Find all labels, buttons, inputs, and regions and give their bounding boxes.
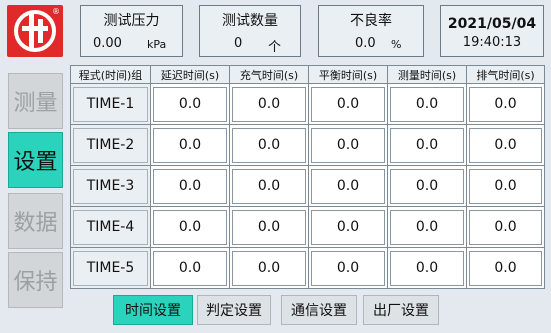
- pressure-caption: 测试压力: [103, 13, 160, 29]
- pressure-unit: kPa: [147, 38, 167, 51]
- exhaust-time-input[interactable]: 0.0: [469, 209, 542, 245]
- table-header-row: 程式(时间)组 延迟时间(s) 充气时间(s) 平衡时间(s) 测量时间(s) …: [70, 65, 545, 84]
- table-row: TIME-5 0.0 0.0 0.0 0.0 0.0: [70, 247, 545, 289]
- hmi-screen: ® 测试压力 0.00 kPa 测试数量 0 个 不良率 0.0 % 2021/…: [0, 0, 551, 333]
- defect-rate-unit: %: [391, 38, 402, 51]
- row-label-time-1: TIME-1: [73, 86, 148, 122]
- measure-time-input[interactable]: 0.0: [390, 209, 464, 245]
- side-menu-hold[interactable]: 保持: [8, 252, 63, 308]
- fill-time-input[interactable]: 0.0: [232, 168, 306, 204]
- delay-time-input[interactable]: 0.0: [153, 86, 227, 122]
- defect-rate-caption: 不良率: [350, 13, 392, 29]
- tab-judgment-settings[interactable]: 判定设置: [197, 295, 271, 325]
- quantity-value: 0: [234, 36, 243, 51]
- measure-time-input[interactable]: 0.0: [390, 86, 464, 122]
- row-label-time-5: TIME-5: [73, 250, 148, 286]
- tab-communication-settings[interactable]: 通信设置: [281, 295, 357, 325]
- pressure-panel: 测试压力 0.00 kPa: [80, 5, 183, 57]
- table-row: TIME-3 0.0 0.0 0.0 0.0 0.0: [70, 165, 545, 207]
- current-time: 19:40:13: [462, 35, 522, 50]
- quantity-unit: 个: [268, 40, 282, 55]
- side-menu-measure[interactable]: 测量: [8, 73, 63, 129]
- row-label-time-3: TIME-3: [73, 168, 148, 204]
- exhaust-time-input[interactable]: 0.0: [469, 250, 542, 286]
- tab-time-settings[interactable]: 时间设置: [113, 295, 193, 325]
- fill-time-input[interactable]: 0.0: [232, 209, 306, 245]
- time-settings-table: 程式(时间)组 延迟时间(s) 充气时间(s) 平衡时间(s) 测量时间(s) …: [70, 65, 545, 289]
- delay-time-input[interactable]: 0.0: [153, 127, 227, 163]
- tab-factory-settings[interactable]: 出厂设置: [363, 295, 439, 325]
- column-header-program-group: 程式(时间)组: [70, 65, 151, 84]
- pressure-value: 0.00: [93, 36, 122, 51]
- delay-time-input[interactable]: 0.0: [153, 168, 227, 204]
- column-header-balance-time: 平衡时间(s): [308, 65, 388, 84]
- table-row: TIME-4 0.0 0.0 0.0 0.0 0.0: [70, 206, 545, 248]
- brand-logo-icon: ®: [7, 5, 63, 57]
- fill-time-input[interactable]: 0.0: [232, 127, 306, 163]
- table-row: TIME-2 0.0 0.0 0.0 0.0 0.0: [70, 124, 545, 166]
- column-header-measure-time: 测量时间(s): [387, 65, 467, 84]
- quantity-caption: 测试数量: [222, 13, 278, 29]
- defect-rate-panel: 不良率 0.0 %: [318, 5, 424, 57]
- balance-time-input[interactable]: 0.0: [311, 209, 385, 245]
- side-menu-settings[interactable]: 设置: [8, 132, 63, 188]
- measure-time-input[interactable]: 0.0: [390, 250, 464, 286]
- exhaust-time-input[interactable]: 0.0: [469, 86, 542, 122]
- side-menu-data[interactable]: 数据: [8, 193, 63, 249]
- exhaust-time-input[interactable]: 0.0: [469, 127, 542, 163]
- balance-time-input[interactable]: 0.0: [311, 250, 385, 286]
- datetime-panel: 2021/05/04 19:40:13: [440, 5, 544, 57]
- table-row: TIME-1 0.0 0.0 0.0 0.0 0.0: [70, 83, 545, 125]
- delay-time-input[interactable]: 0.0: [153, 209, 227, 245]
- delay-time-input[interactable]: 0.0: [153, 250, 227, 286]
- balance-time-input[interactable]: 0.0: [311, 168, 385, 204]
- balance-time-input[interactable]: 0.0: [311, 86, 385, 122]
- balance-time-input[interactable]: 0.0: [311, 127, 385, 163]
- quantity-panel: 测试数量 0 个: [199, 5, 301, 57]
- column-header-exhaust-time: 排气时间(s): [466, 65, 545, 84]
- fill-time-input[interactable]: 0.0: [232, 250, 306, 286]
- row-label-time-4: TIME-4: [73, 209, 148, 245]
- measure-time-input[interactable]: 0.0: [390, 168, 464, 204]
- column-header-delay-time: 延迟时间(s): [150, 65, 230, 84]
- current-date: 2021/05/04: [447, 16, 537, 32]
- column-header-fill-time: 充气时间(s): [229, 65, 309, 84]
- defect-rate-value: 0.0: [355, 36, 376, 51]
- measure-time-input[interactable]: 0.0: [390, 127, 464, 163]
- fill-time-input[interactable]: 0.0: [232, 86, 306, 122]
- row-label-time-2: TIME-2: [73, 127, 148, 163]
- exhaust-time-input[interactable]: 0.0: [469, 168, 542, 204]
